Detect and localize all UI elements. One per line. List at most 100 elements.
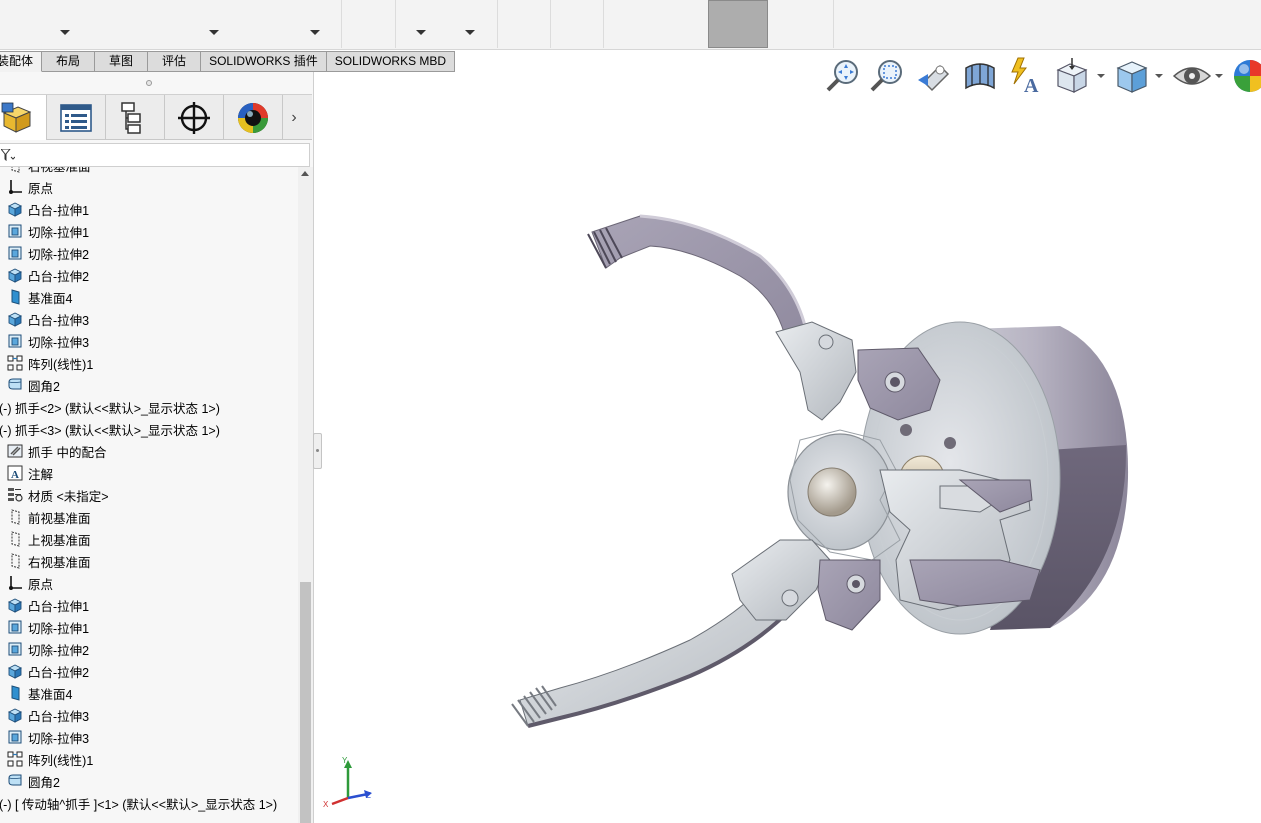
section-view-icon[interactable]: [960, 56, 1000, 96]
view-orientation-icon[interactable]: [1052, 56, 1092, 96]
boss-extrude-icon: [7, 597, 23, 613]
tab-sketch[interactable]: 草图: [95, 51, 149, 72]
ribbon-separator: [395, 0, 396, 48]
tree-item-label: 注解: [28, 467, 54, 482]
tree-item[interactable]: 右视基准面: [0, 167, 298, 176]
tree-item[interactable]: 凸台-拉伸3: [0, 704, 298, 726]
dimxpert-icon[interactable]: [165, 95, 224, 140]
boss-extrude-icon: [7, 663, 23, 679]
tree-item[interactable]: 凸台-拉伸1: [0, 594, 298, 616]
ribbon-separator: [341, 0, 342, 48]
tree-item[interactable]: 切除-拉伸1: [0, 220, 298, 242]
fillet-icon: [7, 773, 23, 789]
origin-icon: [7, 575, 23, 591]
dynamic-annotation-icon[interactable]: A: [1006, 56, 1046, 97]
display-style-icon[interactable]: [1112, 56, 1152, 96]
tree-item-label: 前视基准面: [28, 511, 91, 526]
configuration-manager-icon[interactable]: [106, 95, 165, 140]
tree-item[interactable]: 凸台-拉伸2: [0, 264, 298, 286]
tree-item-label: 圆角2: [28, 775, 60, 790]
dropdown-arrow-icon[interactable]: [465, 30, 475, 35]
tab-solidworks-mbd[interactable]: SOLIDWORKS MBD: [326, 51, 456, 72]
tab-solidworks-addins[interactable]: SOLIDWORKS 插件: [201, 51, 327, 72]
display-manager-icon[interactable]: [224, 95, 283, 140]
tree-item-component[interactable]: (-) 抓手<3> (默认<<默认>_显示状态 1>): [0, 418, 298, 440]
tree-item[interactable]: 前视基准面: [0, 506, 298, 528]
tree-item[interactable]: A 注解: [0, 462, 298, 484]
tree-item[interactable]: 阵列(线性)1: [0, 352, 298, 374]
tree-scrollbar[interactable]: [298, 167, 313, 823]
edit-appearance-icon[interactable]: [1230, 56, 1261, 96]
dropdown-arrow-icon[interactable]: [416, 30, 426, 35]
tree-item[interactable]: 原点: [0, 176, 298, 198]
tab-evaluate[interactable]: 评估: [148, 51, 202, 72]
scroll-up-arrow[interactable]: [301, 171, 309, 176]
tree-item-label: 切除-拉伸3: [28, 731, 90, 746]
mates-icon: [7, 443, 23, 459]
tree-item[interactable]: 基准面4: [0, 286, 298, 308]
tree-item[interactable]: 材质 <未指定>: [0, 484, 298, 506]
property-manager-icon[interactable]: [47, 95, 106, 140]
panel-tabs-scroll-right[interactable]: ›: [283, 95, 305, 140]
ribbon-separator: [603, 0, 604, 48]
ribbon-separator: [497, 0, 498, 48]
feature-tree: 右视基准面原点凸台-拉伸1切除-拉伸1切除-拉伸2凸台-拉伸2基准面4凸台-拉伸…: [0, 167, 298, 823]
tree-item-label: 右视基准面: [28, 167, 91, 175]
linear-pattern-icon: [7, 751, 23, 767]
tree-item[interactable]: 切除-拉伸2: [0, 242, 298, 264]
tree-item-component[interactable]: (-) 抓手<2> (默认<<默认>_显示状态 1>): [0, 396, 298, 418]
tree-item[interactable]: 上视基准面: [0, 528, 298, 550]
tree-item[interactable]: 圆角2: [0, 770, 298, 792]
feature-manager-icon[interactable]: [0, 95, 47, 140]
tree-item-label: 凸台-拉伸1: [28, 203, 90, 218]
zoom-to-fit-icon[interactable]: [824, 56, 864, 96]
tree-item[interactable]: 原点: [0, 572, 298, 594]
plane-icon: [7, 531, 23, 547]
plane-icon: [7, 509, 23, 525]
hide-show-items-icon[interactable]: [1172, 56, 1212, 96]
scrollbar-thumb[interactable]: [300, 582, 311, 823]
tree-item-label: 切除-拉伸1: [28, 225, 90, 240]
gripper-3d-model[interactable]: [320, 100, 1261, 823]
tree-item[interactable]: 切除-拉伸3: [0, 726, 298, 748]
tree-item[interactable]: 抓手 中的配合: [0, 440, 298, 462]
ribbon-button-pressed[interactable]: [708, 0, 768, 48]
tab-layout[interactable]: 布局: [42, 51, 96, 72]
tab-assembly[interactable]: 装配体: [0, 51, 43, 72]
fillet-icon: [7, 377, 23, 393]
hide-show-items-dropdown[interactable]: [1215, 74, 1223, 78]
cut-extrude-icon: [7, 729, 23, 745]
boss-extrude-icon: [7, 201, 23, 217]
tree-item[interactable]: 圆角2: [0, 374, 298, 396]
tree-filter[interactable]: [0, 143, 310, 167]
tree-item[interactable]: 基准面4: [0, 682, 298, 704]
tree-item[interactable]: 凸台-拉伸2: [0, 660, 298, 682]
tree-item[interactable]: 阵列(线性)1: [0, 748, 298, 770]
tree-item-label: 阵列(线性)1: [28, 753, 94, 768]
tree-item-label: 圆角2: [28, 379, 60, 394]
tree-item-label: 右视基准面: [28, 555, 91, 570]
tree-item[interactable]: 凸台-拉伸1: [0, 198, 298, 220]
display-style-dropdown[interactable]: [1155, 74, 1163, 78]
feature-manager-panel: › 右视基准面原点凸台-拉伸1切除-拉伸1切除-拉伸2凸台-拉伸2基准面4凸台-…: [0, 72, 314, 823]
dropdown-arrow-icon[interactable]: [209, 30, 219, 35]
previous-view-icon[interactable]: [914, 56, 954, 96]
zoom-to-area-icon[interactable]: [868, 56, 908, 96]
dropdown-arrow-icon[interactable]: [60, 30, 70, 35]
boss-extrude-icon: [7, 267, 23, 283]
tree-item-component[interactable]: (-) [ 传动轴^抓手 ]<1> (默认<<默认>_显示状态 1>): [0, 792, 298, 814]
tree-item[interactable]: 切除-拉伸1: [0, 616, 298, 638]
tree-item-label: 凸台-拉伸1: [28, 599, 90, 614]
tree-item-label: 切除-拉伸2: [28, 643, 90, 658]
panel-grip[interactable]: [146, 80, 152, 86]
cut-extrude-icon: [7, 333, 23, 349]
tree-item[interactable]: 右视基准面: [0, 550, 298, 572]
tree-item-label: (-) 抓手<2> (默认<<默认>_显示状态 1>): [0, 401, 220, 416]
dropdown-arrow-icon[interactable]: [310, 30, 320, 35]
tree-item[interactable]: 凸台-拉伸3: [0, 308, 298, 330]
tree-item[interactable]: 切除-拉伸2: [0, 638, 298, 660]
tree-item-label: 原点: [28, 577, 54, 592]
tree-item[interactable]: 切除-拉伸3: [0, 330, 298, 352]
ribbon-separator: [833, 0, 834, 48]
view-orientation-dropdown[interactable]: [1097, 74, 1105, 78]
